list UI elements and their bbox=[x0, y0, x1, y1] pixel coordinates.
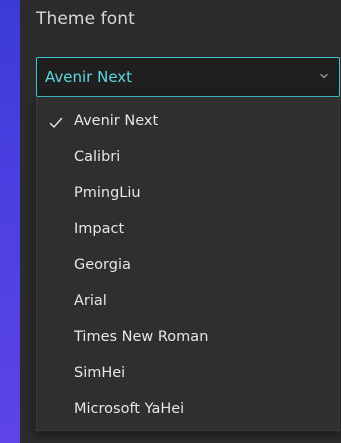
font-option-impact[interactable]: Impact bbox=[37, 213, 339, 249]
font-option-label: Microsoft YaHei bbox=[74, 401, 185, 417]
font-option-label: Calibri bbox=[74, 149, 121, 165]
checkmark-icon bbox=[49, 117, 63, 128]
font-option-simhei[interactable]: SimHei bbox=[37, 357, 339, 393]
font-option-label: Georgia bbox=[74, 257, 131, 273]
font-option-microsoft-yahei[interactable]: Microsoft YaHei bbox=[37, 393, 339, 429]
theme-font-panel: Theme font Avenir Next Avenir Next Calib… bbox=[20, 0, 341, 443]
font-option-calibri[interactable]: Calibri bbox=[37, 141, 339, 177]
font-option-label: Arial bbox=[74, 293, 107, 309]
font-option-pmingliu[interactable]: PmingLiu bbox=[37, 177, 339, 213]
chevron-down-icon bbox=[320, 73, 328, 79]
theme-font-select[interactable]: Avenir Next bbox=[36, 57, 340, 97]
font-option-label: SimHei bbox=[74, 365, 126, 381]
font-option-georgia[interactable]: Georgia bbox=[37, 249, 339, 285]
theme-font-selected-value: Avenir Next bbox=[45, 68, 133, 86]
font-option-label: Impact bbox=[74, 221, 125, 237]
font-option-times-new-roman[interactable]: Times New Roman bbox=[37, 321, 339, 357]
font-option-label: Avenir Next bbox=[74, 113, 159, 129]
theme-font-dropdown-list: Avenir Next Calibri PmingLiu Impact Geor… bbox=[36, 97, 340, 431]
font-option-arial[interactable]: Arial bbox=[37, 285, 339, 321]
font-option-avenir-next[interactable]: Avenir Next bbox=[37, 105, 339, 141]
theme-font-title: Theme font bbox=[36, 9, 135, 29]
font-option-label: PmingLiu bbox=[74, 185, 141, 201]
font-option-label: Times New Roman bbox=[74, 329, 209, 345]
